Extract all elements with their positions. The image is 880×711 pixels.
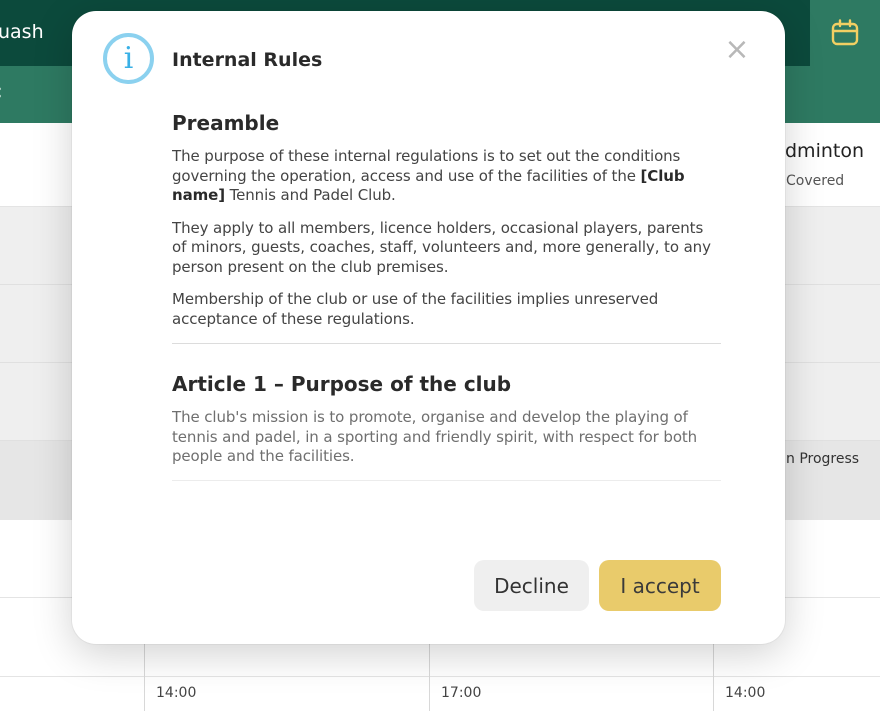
time-slot[interactable]: 14:00 (156, 685, 196, 701)
close-icon: × (724, 32, 750, 67)
chevron-left-icon[interactable]: ‹ (0, 80, 3, 105)
close-button[interactable]: × (722, 35, 752, 65)
time-slot[interactable]: 14:00 (725, 685, 765, 701)
calendar-icon (831, 19, 859, 46)
status-in-progress: n Progress (786, 451, 860, 467)
internal-rules-modal: i Internal Rules × Preamble The purpose … (72, 11, 785, 644)
slot-divider (145, 676, 429, 677)
article-1-paragraph: The club's mission is to promote, organi… (172, 408, 698, 465)
court-column-title: dminton (785, 140, 865, 162)
preamble-paragraph: They apply to all members, licence holde… (172, 218, 711, 276)
slot-divider (430, 676, 713, 677)
section-heading-article-1: Article 1 – Purpose of the club (172, 372, 512, 396)
calendar-button[interactable] (810, 0, 880, 66)
sport-tab-label[interactable]: uash (0, 21, 44, 43)
decline-button[interactable]: Decline (474, 560, 589, 611)
preamble-paragraph: Membership of the club or use of the fac… (172, 290, 659, 328)
time-slot[interactable]: 17:00 (441, 685, 481, 701)
preamble-paragraph: The purpose of these internal regulation… (172, 147, 685, 204)
court-column-subtitle: Covered (786, 173, 845, 189)
section-divider (172, 479, 721, 481)
info-icon: i (103, 33, 154, 84)
section-heading-preamble: Preamble (172, 111, 280, 135)
section-divider (172, 343, 721, 344)
modal-title: Internal Rules (172, 49, 323, 71)
accept-button[interactable]: I accept (599, 560, 721, 611)
slot-divider (714, 676, 880, 677)
slot-divider (0, 676, 144, 677)
rules-scroll-area[interactable]: Preamble The purpose of these internal r… (172, 111, 721, 509)
